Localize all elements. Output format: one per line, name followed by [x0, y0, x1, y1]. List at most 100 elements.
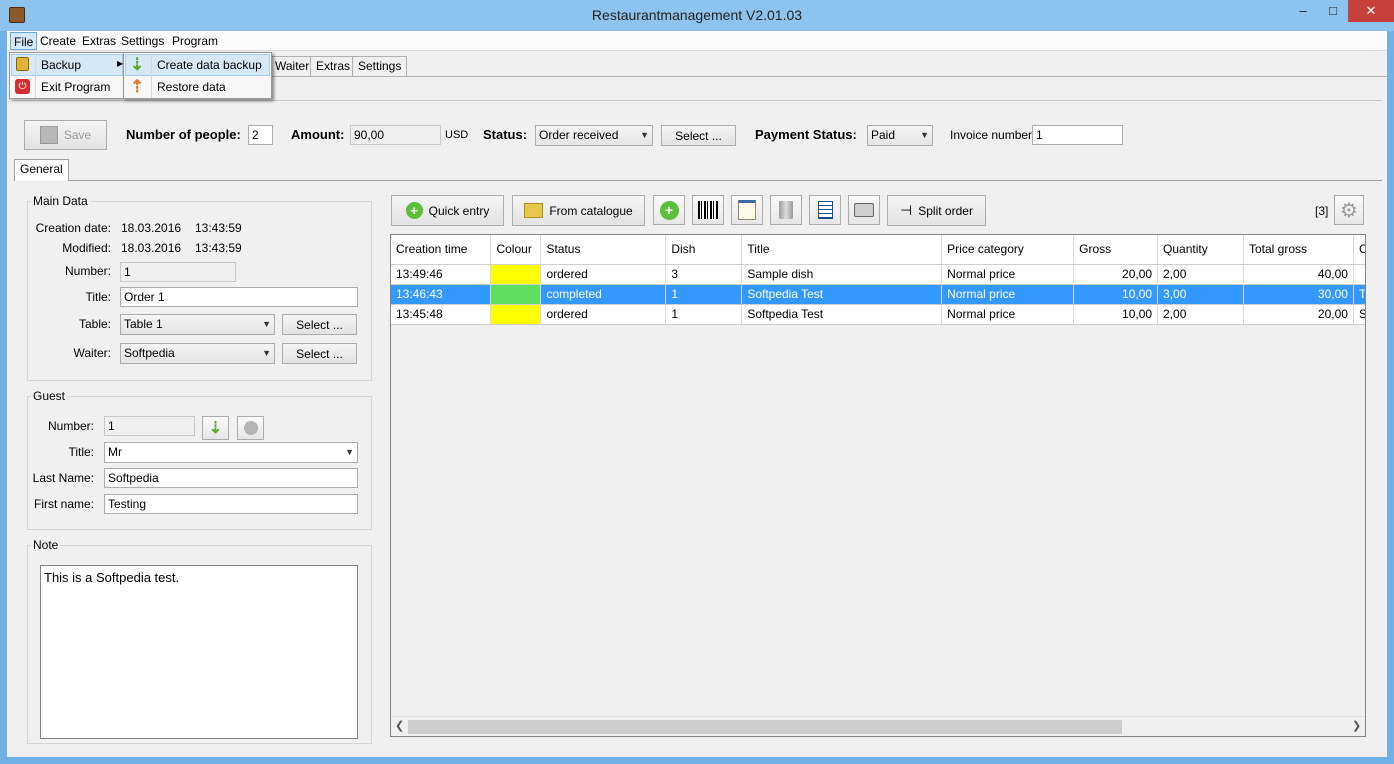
grid-settings-button[interactable]: ⚙ — [1334, 195, 1364, 225]
delete-button[interactable] — [770, 195, 802, 225]
add-icon: + — [659, 200, 679, 220]
time-cell[interactable]: 13:46:43 — [391, 284, 492, 305]
gross-cell[interactable]: 10,00 — [1073, 304, 1159, 325]
column-header[interactable]: Creation time — [391, 235, 492, 265]
tab-settings[interactable]: Settings — [352, 56, 408, 76]
guest-remove-button[interactable] — [237, 416, 264, 440]
column-header[interactable]: Colour — [490, 235, 542, 265]
number-input[interactable]: 1 — [120, 262, 236, 282]
scroll-left-icon[interactable]: ❮ — [395, 719, 404, 732]
scroll-right-icon[interactable]: ❯ — [1352, 719, 1361, 732]
people-label: Number of people: — [126, 127, 241, 142]
maximize-icon[interactable]: □ — [1318, 0, 1348, 22]
waiter-select-button[interactable]: Select ... — [282, 343, 357, 364]
note-textarea[interactable]: This is a Softpedia test. — [40, 565, 358, 739]
print-button[interactable] — [848, 195, 880, 225]
calculator-button[interactable] — [809, 195, 841, 225]
colour-cell[interactable] — [490, 304, 542, 325]
table-row[interactable]: 13:45:48 ordered 1 Softpedia Test Normal pri… — [391, 304, 1365, 325]
order-grid[interactable]: Creation time Colour Status Dish Title P… — [390, 234, 1366, 737]
gross-cell[interactable]: 20,00 — [1073, 264, 1159, 285]
column-header[interactable]: Total gross — [1243, 235, 1354, 265]
dish-cell[interactable]: 1 — [665, 304, 743, 325]
menu-item-restore-data[interactable]: Restore data — [125, 76, 270, 98]
menu-settings[interactable]: Settings — [118, 32, 167, 50]
menu-extras[interactable]: Extras — [79, 32, 119, 50]
total-gross-cell[interactable]: 40,00 — [1243, 264, 1354, 285]
title-cell[interactable]: Softpedia Test — [741, 304, 943, 325]
status-cell[interactable]: completed — [540, 284, 667, 305]
extra-cell[interactable]: T — [1353, 284, 1365, 305]
column-header[interactable]: Price category — [941, 235, 1075, 265]
edit-button[interactable] — [731, 195, 763, 225]
waiter-select[interactable]: Softpedia ▼ — [120, 343, 275, 364]
status-label: Status: — [483, 127, 528, 142]
time-cell[interactable]: 13:49:46 — [391, 264, 492, 285]
firstname-input[interactable]: Testing — [104, 494, 358, 514]
extra-cell[interactable]: S — [1353, 304, 1365, 325]
column-header[interactable]: Title — [741, 235, 943, 265]
guest-number-input[interactable]: 1 — [104, 416, 195, 436]
extra-cell[interactable] — [1353, 264, 1365, 285]
quantity-cell[interactable]: 3,00 — [1157, 284, 1244, 305]
table-row[interactable]: 13:46:43 completed 1 Softpedia Test Normal p… — [391, 284, 1365, 305]
total-gross-cell[interactable]: 30,00 — [1243, 284, 1354, 305]
gross-cell[interactable]: 10,00 — [1073, 284, 1159, 305]
menu-item-exit-program[interactable]: Exit Program — [11, 76, 123, 98]
title-cell[interactable]: Sample dish — [741, 264, 943, 285]
chevron-down-icon: ▼ — [262, 348, 271, 358]
time-cell[interactable]: 13:45:48 — [391, 304, 492, 325]
tab-general[interactable]: General — [14, 159, 69, 181]
barcode-button[interactable] — [692, 195, 724, 225]
guest-import-button[interactable]: ⇣ — [202, 416, 229, 440]
quick-entry-button[interactable]: + Quick entry — [391, 195, 504, 226]
close-icon[interactable]: ✕ — [1348, 0, 1394, 22]
amount-input[interactable]: 90,00 — [350, 125, 441, 145]
price-category-cell[interactable]: Normal price — [941, 304, 1075, 325]
menu-program[interactable]: Program — [169, 32, 221, 50]
colour-cell[interactable] — [490, 284, 542, 305]
payment-label: Payment Status: — [755, 127, 857, 142]
status-select[interactable]: Order received ▼ — [535, 125, 653, 146]
status-select-button[interactable]: Select ... — [661, 125, 736, 146]
minimize-icon[interactable]: – — [1288, 0, 1318, 22]
tab-extras[interactable]: Extras — [310, 56, 357, 76]
save-button[interactable]: Save — [24, 120, 107, 150]
table-select[interactable]: Table 1 ▼ — [120, 314, 275, 335]
table-row[interactable]: 13:49:46 ordered 3 Sample dish Normal price 2… — [391, 264, 1365, 285]
menu-item-backup[interactable]: Backup — [11, 54, 123, 76]
status-cell[interactable]: ordered — [540, 304, 667, 325]
scrollbar-thumb[interactable] — [408, 720, 1122, 734]
firstname-label: First name: — [33, 497, 94, 511]
lastname-input[interactable]: Softpedia — [104, 468, 358, 488]
split-order-button[interactable]: ⊣ Split order — [887, 195, 986, 226]
add-item-button[interactable]: + — [653, 195, 685, 225]
people-input[interactable]: 2 — [248, 125, 273, 145]
quantity-cell[interactable]: 2,00 — [1157, 264, 1244, 285]
menu-file[interactable]: File — [10, 32, 38, 50]
price-category-cell[interactable]: Normal price — [941, 284, 1075, 305]
column-header[interactable]: Dish — [665, 235, 743, 265]
dish-cell[interactable]: 3 — [665, 264, 743, 285]
horizontal-scrollbar[interactable]: ❮ ❯ — [391, 716, 1365, 736]
tab-waiter[interactable]: Waiter — [269, 56, 316, 76]
menu-create[interactable]: Create — [37, 32, 79, 50]
title-input[interactable]: Order 1 — [120, 287, 358, 307]
guest-title-select[interactable]: Mr ▼ — [104, 442, 358, 463]
menu-item-create-data-backup[interactable]: Create data backup — [125, 54, 270, 76]
quantity-cell[interactable]: 2,00 — [1157, 304, 1244, 325]
column-header[interactable]: Quantity — [1157, 235, 1244, 265]
colour-cell[interactable] — [490, 264, 542, 285]
status-cell[interactable]: ordered — [540, 264, 667, 285]
column-header[interactable]: Status — [540, 235, 667, 265]
dish-cell[interactable]: 1 — [665, 284, 743, 305]
title-cell[interactable]: Softpedia Test — [741, 284, 943, 305]
column-header[interactable]: C — [1353, 235, 1365, 265]
payment-select[interactable]: Paid ▼ — [867, 125, 933, 146]
table-select-button[interactable]: Select ... — [282, 314, 357, 335]
column-header[interactable]: Gross — [1073, 235, 1159, 265]
total-gross-cell[interactable]: 20,00 — [1243, 304, 1354, 325]
price-category-cell[interactable]: Normal price — [941, 264, 1075, 285]
invoice-input[interactable]: 1 — [1032, 125, 1123, 145]
from-catalogue-button[interactable]: From catalogue — [512, 195, 645, 226]
